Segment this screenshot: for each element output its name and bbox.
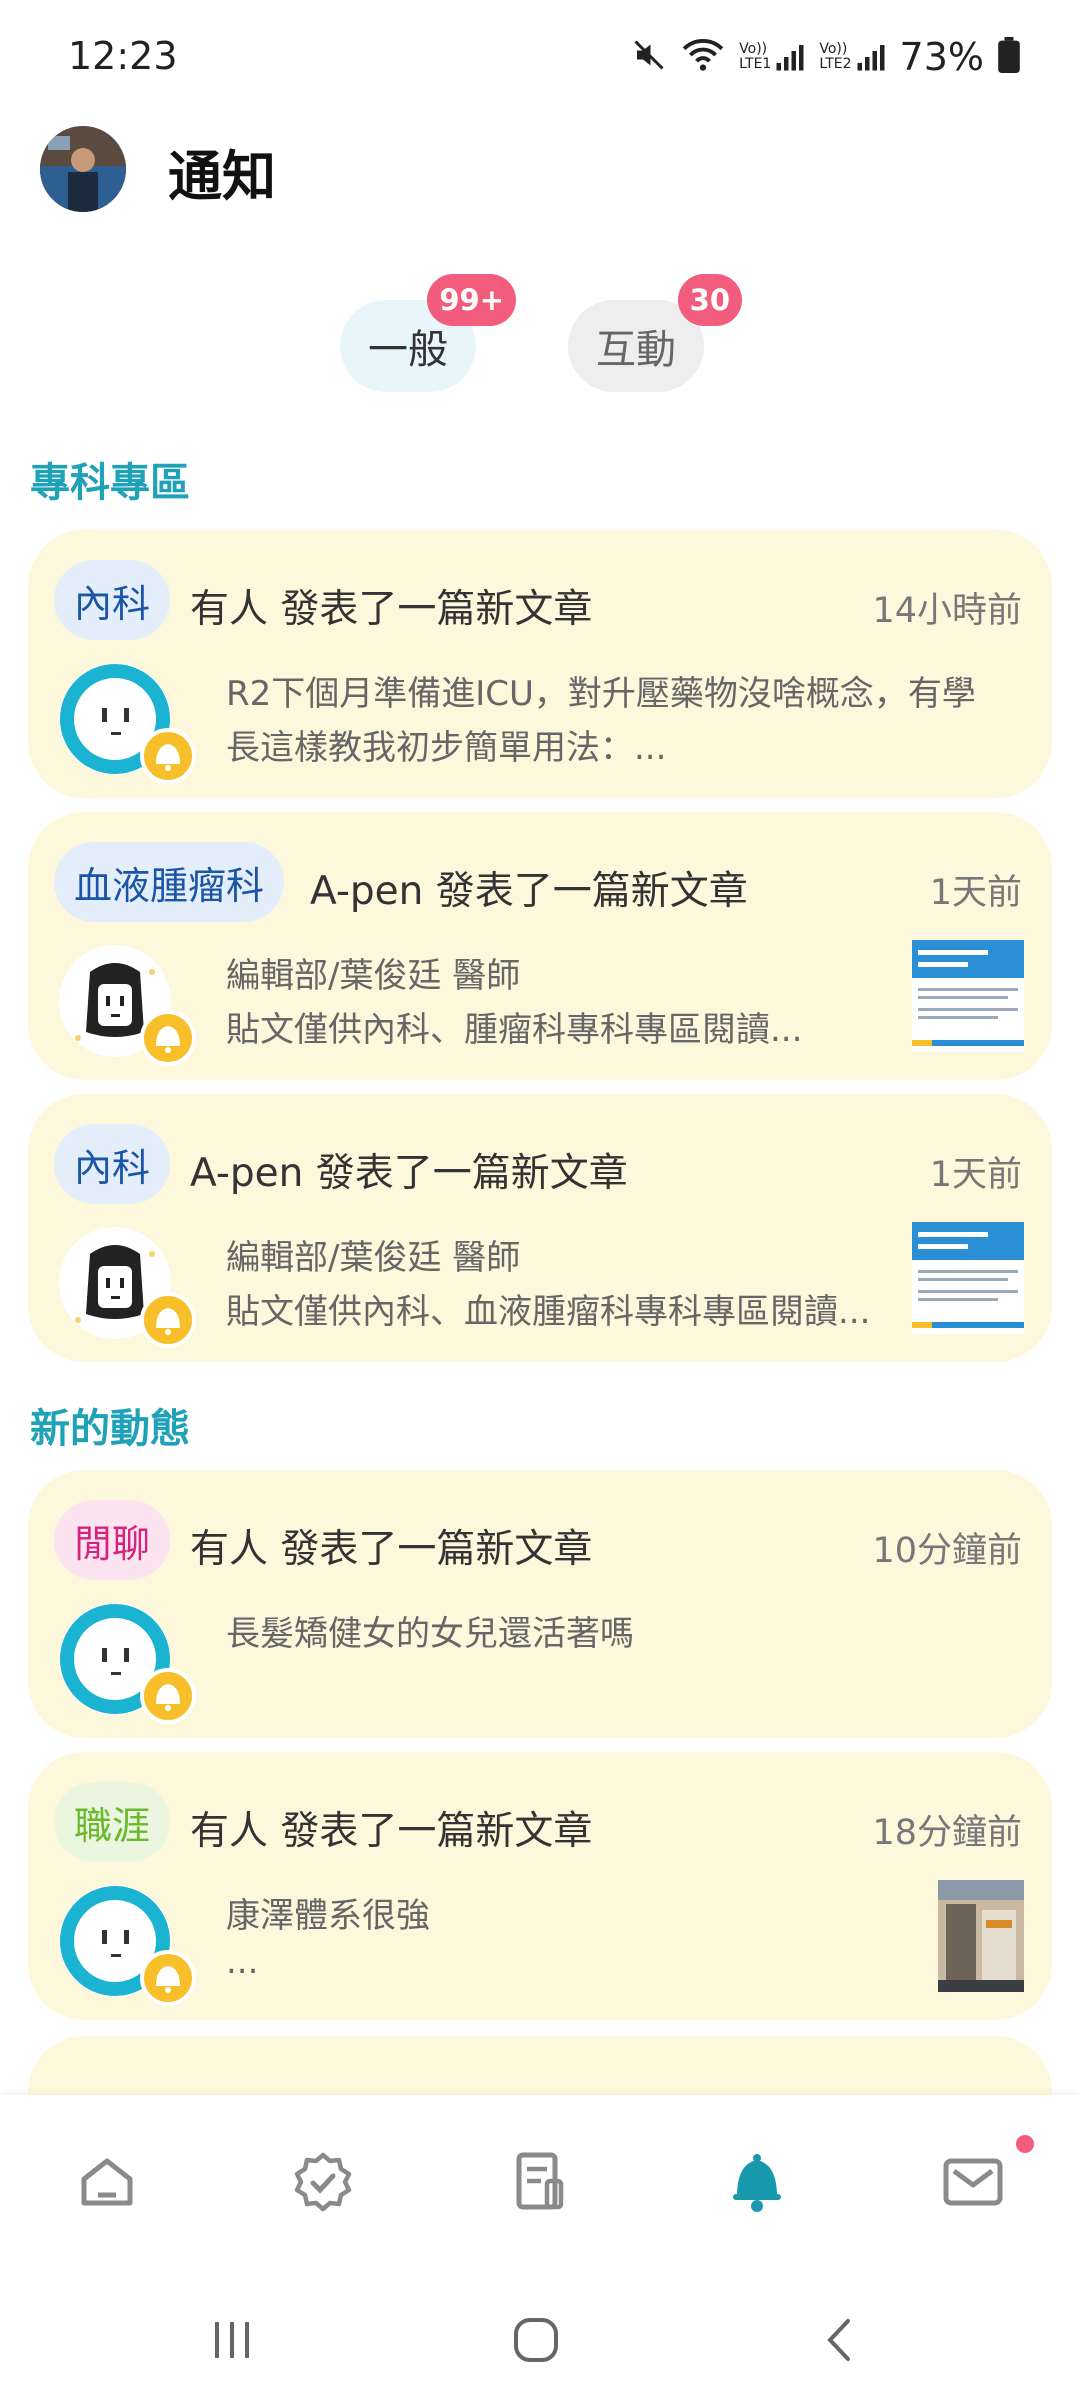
- mail-icon: [943, 2158, 1003, 2206]
- tab-general-badge: 99+: [427, 274, 516, 326]
- card-body-line1: 編輯部/葉俊廷 醫師: [226, 1238, 521, 1278]
- tab-interaction-label: 互動: [596, 327, 676, 373]
- apen-avatar: [56, 1224, 196, 1348]
- notification-tabs: 一般 99+ 互動 30: [0, 274, 1080, 395]
- card-body-line2: 貼文僅供內科、血液腫瘤科專科專區閱讀...: [226, 1292, 871, 1332]
- card-body-line2: 貼文僅供內科、腫瘤科專科專區閱讀...: [226, 1010, 803, 1050]
- category-tag[interactable]: 閒聊: [54, 1500, 171, 1580]
- unread-dot: [1016, 2135, 1034, 2153]
- notification-card[interactable]: 閒聊 有人 發表了一篇新文章 10分鐘前 長髮矯健女的女兒還活著嗎: [28, 1470, 1052, 1738]
- card-headline: 有人 發表了一篇新文章: [190, 1809, 593, 1854]
- notification-card[interactable]: 血液腫瘤科 A-pen 發表了一篇新文章 1天前 編輯部/葉俊廷 醫師 貼文僅供…: [28, 812, 1052, 1080]
- volte-label: Vo)): [739, 41, 768, 57]
- notification-card[interactable]: 內科 A-pen 發表了一篇新文章 1天前 編輯部/葉俊廷 醫師 貼文僅供內科、…: [28, 1094, 1052, 1362]
- recent-apps-button[interactable]: [192, 2305, 272, 2375]
- bottom-navigation: [0, 2095, 1080, 2275]
- article-thumbnail: [912, 1222, 1024, 1334]
- post-photo-thumbnail: [938, 1880, 1024, 1992]
- nav-notifications[interactable]: [712, 2137, 802, 2227]
- tab-general-label: 一般: [368, 327, 448, 373]
- category-tag[interactable]: 內科: [54, 560, 171, 640]
- bell-badge-icon: [140, 1292, 196, 1348]
- nav-home[interactable]: [62, 2137, 152, 2227]
- notification-card[interactable]: 內科 有人 發表了一篇新文章 14小時前 R2下個月準備進ICU，對升壓藥物沒啥…: [28, 530, 1052, 798]
- card-headline: 有人 發表了一篇新文章: [190, 587, 593, 632]
- card-time: 10分鐘前: [872, 1531, 1022, 1571]
- nav-articles[interactable]: [494, 2137, 584, 2227]
- lte2-signal-icon: Vo)) LTE2: [819, 42, 885, 72]
- recent-apps-icon: [215, 2322, 249, 2358]
- back-button[interactable]: [800, 2305, 880, 2375]
- status-bar: 12:23 Vo)) LTE1 Vo)) LTE2 73%: [0, 0, 1080, 120]
- card-headline: A-pen 發表了一篇新文章: [190, 1151, 628, 1196]
- bell-badge-icon: [140, 728, 196, 784]
- card-body-line2: ...: [226, 1942, 259, 1982]
- card-headline: A-pen 發表了一篇新文章: [310, 869, 748, 914]
- anonymous-avatar: [56, 1882, 196, 2006]
- tab-general[interactable]: 一般 99+: [340, 274, 516, 392]
- battery-percent: 73%: [899, 35, 984, 79]
- category-tag[interactable]: 內科: [54, 1124, 171, 1204]
- tab-interaction-badge: 30: [677, 274, 742, 326]
- status-time: 12:23: [68, 34, 178, 78]
- header: 通知: [0, 120, 1080, 250]
- card-body-line1: 長髮矯健女的女兒還活著嗎: [226, 1614, 634, 1654]
- card-time: 18分鐘前: [872, 1813, 1022, 1853]
- anonymous-avatar: [56, 660, 196, 784]
- category-tag[interactable]: 職涯: [54, 1782, 171, 1862]
- mute-icon: [631, 37, 667, 77]
- nav-verified[interactable]: [278, 2137, 368, 2227]
- home-circle-icon: [514, 2318, 558, 2362]
- lte1-label: LTE1: [739, 56, 772, 72]
- card-headline: 有人 發表了一篇新文章: [190, 1527, 593, 1572]
- lte1-signal-icon: Vo)) LTE1: [739, 42, 805, 72]
- bell-badge-icon: [140, 1668, 196, 1724]
- card-time: 1天前: [929, 873, 1022, 913]
- battery-icon: [998, 37, 1020, 77]
- anonymous-avatar: [56, 1600, 196, 1724]
- card-body-line1: 編輯部/葉俊廷 醫師: [226, 956, 521, 996]
- notification-card[interactable]: 職涯 有人 發表了一篇新文章 18分鐘前 康澤體系很強 ...: [28, 1752, 1052, 2020]
- card-time: 1天前: [929, 1155, 1022, 1195]
- status-icons: Vo)) LTE1 Vo)) LTE2 73%: [631, 32, 1020, 82]
- card-body-line1: R2下個月準備進ICU，對升壓藥物沒啥概念，有學: [226, 674, 976, 714]
- section-title-specialty: 專科專區: [30, 460, 190, 506]
- section-title-news: 新的動態: [30, 1406, 190, 1452]
- card-body-line1: 康澤體系很強: [226, 1896, 430, 1936]
- wifi-icon: [681, 37, 725, 77]
- category-tag[interactable]: 血液腫瘤科: [54, 842, 285, 922]
- user-avatar[interactable]: [40, 126, 126, 212]
- card-time: 14小時前: [872, 591, 1022, 631]
- tab-interaction[interactable]: 互動 30: [568, 274, 742, 392]
- nav-messages[interactable]: [928, 2137, 1018, 2227]
- lte2-label: LTE2: [819, 56, 852, 72]
- card-body-line2: 長這樣教我初步簡單用法：...: [226, 728, 667, 768]
- system-navigation-bar: [0, 2275, 1080, 2400]
- verified-badge-icon: [294, 2152, 352, 2212]
- bell-badge-icon: [140, 1950, 196, 2006]
- home-icon: [81, 2158, 133, 2206]
- home-button[interactable]: [496, 2305, 576, 2375]
- back-chevron-icon: [827, 2319, 850, 2361]
- apen-avatar: [56, 942, 196, 1066]
- article-icon: [516, 2152, 564, 2210]
- page-title: 通知: [168, 145, 276, 208]
- volte-label-2: Vo)): [819, 41, 848, 57]
- bell-badge-icon: [140, 1010, 196, 1066]
- article-thumbnail: [912, 940, 1024, 1052]
- bell-icon: [733, 2154, 781, 2212]
